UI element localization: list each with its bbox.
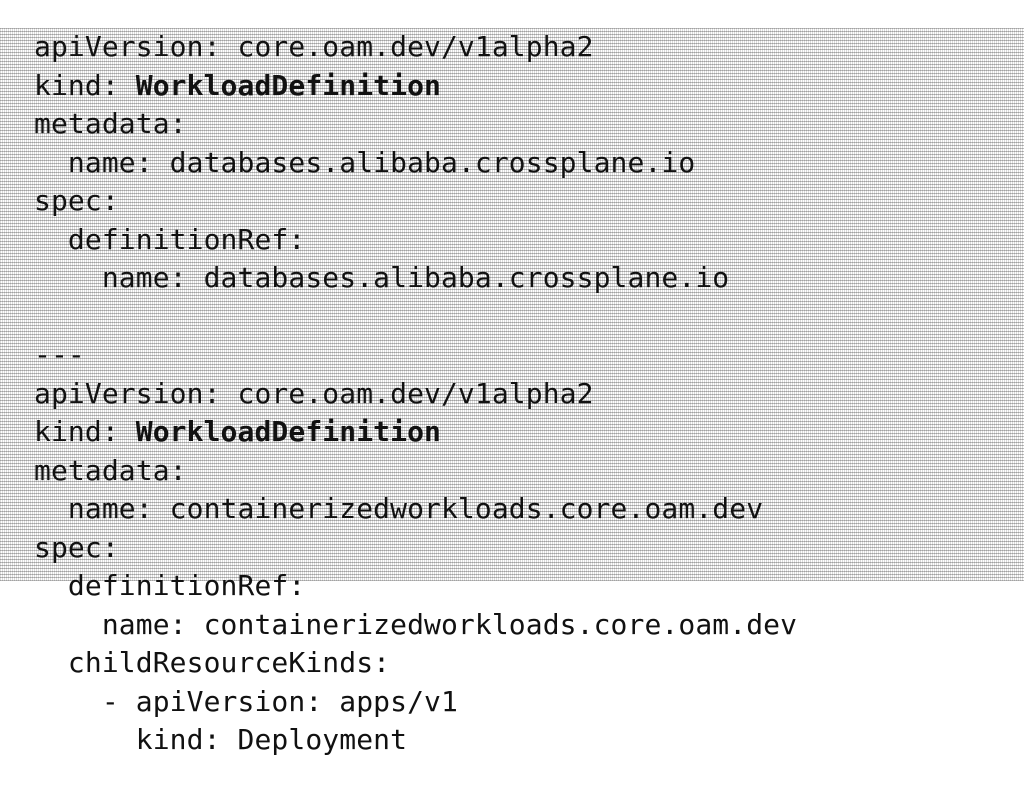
code-line-14: spec: <box>34 530 119 564</box>
code-line-2: kind: WorkloadDefinition <box>34 67 797 106</box>
code-line-9: --- <box>34 338 85 371</box>
kind-key-1: kind: <box>34 68 136 102</box>
code-line-18: - apiVersion: apps/v1 <box>34 684 458 718</box>
kind-value-2: WorkloadDefinition <box>135 415 441 448</box>
document-page: apiVersion: core.oam.dev/v1alpha2 kind: W… <box>0 0 1024 793</box>
yaml-code-block: apiVersion: core.oam.dev/v1alpha2 kind: W… <box>34 28 797 760</box>
code-line-1: apiVersion: core.oam.dev/v1alpha2 <box>34 30 594 63</box>
kind-key-2: kind: <box>34 415 136 448</box>
code-line-5: spec: <box>34 184 119 217</box>
code-line-11: kind: WorkloadDefinition <box>34 413 797 452</box>
code-line-10: apiVersion: core.oam.dev/v1alpha2 <box>34 376 594 410</box>
code-line-17: childResourceKinds: <box>34 646 391 679</box>
code-line-4: name: databases.alibaba.crossplane.io <box>34 145 696 179</box>
kind-value-1: WorkloadDefinition <box>135 68 441 102</box>
code-line-12: metadata: <box>34 453 187 487</box>
code-line-13: name: containerizedworkloads.core.oam.de… <box>34 492 764 525</box>
code-line-16: name: containerizedworkloads.core.oam.de… <box>34 607 798 641</box>
code-line-15: definitionRef: <box>34 569 306 602</box>
code-line-19: kind: Deployment <box>34 723 408 756</box>
code-line-7: name: databases.alibaba.crossplane.io <box>34 261 730 294</box>
code-line-6: definitionRef: <box>34 222 306 256</box>
code-line-3: metadata: <box>34 107 187 140</box>
